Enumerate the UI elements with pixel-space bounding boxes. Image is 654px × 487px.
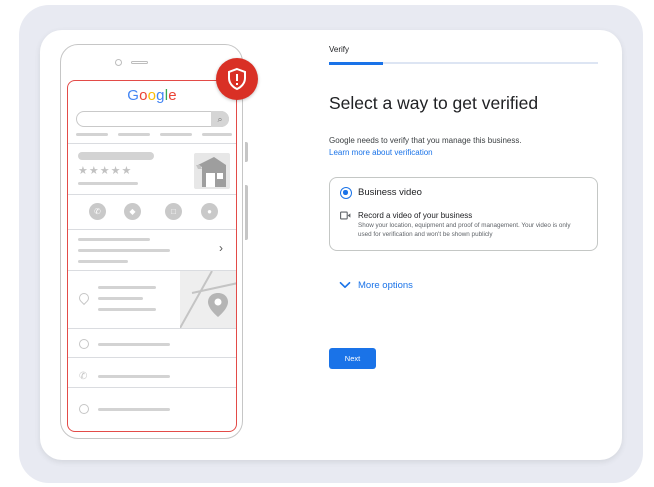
mock-line	[78, 249, 170, 252]
mock-tab	[76, 133, 108, 136]
mock-line	[98, 375, 170, 378]
storefront-image	[194, 153, 230, 189]
website-icon: ●	[201, 203, 218, 220]
phone-speaker	[131, 61, 148, 64]
shield-alert-icon	[216, 58, 258, 100]
phone-side-button	[245, 185, 248, 240]
mock-line	[98, 297, 143, 300]
mock-line	[98, 308, 156, 311]
phone-side-button	[245, 142, 248, 162]
mock-rating-stars: ★★★★★	[78, 165, 133, 177]
mock-line	[78, 182, 138, 185]
search-icon: ⌕	[211, 111, 229, 127]
mock-search-box: ⌕	[76, 111, 229, 127]
location-pin-icon	[76, 290, 92, 306]
divider	[68, 143, 236, 144]
mock-line	[78, 238, 150, 241]
phone-screen: Google ⌕ ★★★★★ ✆ ◆ □ ● › ✆	[67, 80, 237, 432]
clock-icon	[79, 339, 89, 349]
bookmark-icon: □	[165, 203, 182, 220]
mock-tab	[202, 133, 232, 136]
option-detail-text: Show your location, equipment and proof …	[358, 222, 571, 238]
video-icon	[340, 211, 351, 220]
directions-icon: ◆	[124, 203, 141, 220]
chevron-down-icon[interactable]	[339, 280, 351, 290]
option-label[interactable]: Business video	[358, 187, 422, 198]
mock-line	[98, 286, 156, 289]
divider	[68, 194, 236, 195]
business-video-radio[interactable]	[340, 187, 352, 199]
phone-camera	[115, 59, 122, 66]
mock-tab	[118, 133, 150, 136]
mock-line	[98, 343, 170, 346]
divider	[68, 229, 236, 230]
website-icon	[79, 404, 89, 414]
progress-bar	[329, 61, 598, 65]
divider	[68, 387, 236, 388]
chevron-right-icon: ›	[219, 241, 223, 255]
mock-business-name	[78, 152, 154, 160]
option-detail-title: Record a video of your business	[358, 211, 473, 220]
next-button[interactable]: Next	[329, 348, 376, 369]
progress-fill	[329, 61, 383, 65]
phone-icon: ✆	[79, 371, 88, 382]
mock-tab	[160, 133, 192, 136]
page-title: Select a way to get verified	[329, 93, 539, 113]
phone-icon: ✆	[89, 203, 106, 220]
mock-line	[78, 260, 128, 263]
divider	[68, 357, 236, 358]
mock-line	[98, 408, 170, 411]
step-label: Verify	[329, 45, 350, 54]
divider	[68, 328, 236, 329]
mock-map	[180, 271, 236, 328]
learn-more-link[interactable]: Learn more about verification	[329, 148, 433, 157]
radio-selected-dot	[343, 190, 348, 195]
google-logo: Google	[127, 87, 177, 104]
more-options-toggle[interactable]: More options	[358, 280, 413, 291]
description-text: Google needs to verify that you manage t…	[329, 136, 522, 145]
